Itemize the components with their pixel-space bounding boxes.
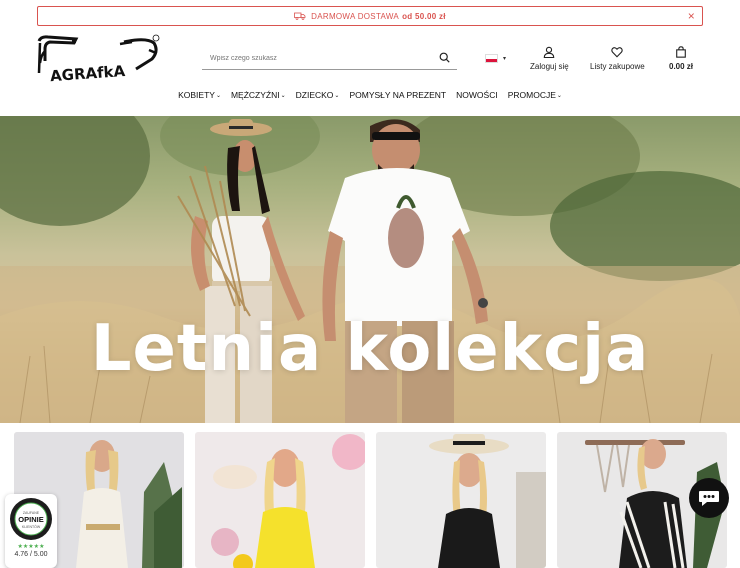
shopping-bag-icon [676, 46, 686, 58]
heart-icon [611, 47, 624, 58]
chevron-down-icon: ⌄ [280, 92, 286, 99]
nav-item-label: MĘŻCZYŹNI [230, 90, 280, 100]
free-shipping-text: DARMOWA DOSTAWA [311, 11, 400, 21]
rating-score: 4.76 / 5.00 [14, 551, 48, 558]
product-carousel [14, 432, 727, 568]
wishlist-button[interactable]: Listy zakupowe [590, 46, 645, 71]
nav-item-dziecko[interactable]: DZIECKO ⌄ [291, 90, 345, 100]
cart-total: 0.00 zł [669, 62, 694, 71]
chat-button[interactable] [689, 478, 729, 518]
pl-flag-icon [485, 54, 498, 63]
nav-item-label: PROMOCJE [507, 90, 556, 100]
nav-item-label: POMYSŁY NA PREZENT [349, 90, 447, 100]
nav-item-label: KOBIETY [178, 90, 215, 100]
login-button[interactable]: Zaloguj się [530, 46, 569, 71]
truck-icon [294, 12, 306, 20]
free-shipping-amount: od 50.00 zł [402, 11, 446, 21]
hero-banner[interactable]: Letnia kolekcja [0, 116, 740, 423]
rating-stars: ★★★★★ [17, 544, 45, 550]
user-icon [544, 46, 555, 58]
product-card[interactable] [195, 432, 365, 568]
chevron-down-icon: ▾ [503, 56, 507, 62]
chevron-down-icon: ⌄ [556, 92, 562, 99]
language-selector[interactable]: ▾ [485, 54, 506, 63]
reviews-seal-icon: ZAUFANE OPINIE KLIENTÓW [10, 498, 52, 540]
main-navigation: KOBIETY ⌄ MĘŻCZYŹNI ⌄ DZIECKO ⌄ POMYSŁY NA … [0, 90, 740, 100]
product-card[interactable] [376, 432, 546, 568]
chevron-down-icon: ⌄ [334, 92, 340, 99]
nav-item-label: DZIECKO [295, 90, 334, 100]
free-shipping-banner: DARMOWA DOSTAWA od 50.00 zł × [37, 6, 703, 26]
badge-line2: OPINIE [18, 515, 43, 524]
cart-button[interactable]: 0.00 zł [669, 46, 693, 71]
svg-text:AGRAfkA: AGRAfkA [49, 62, 126, 85]
chat-bubble-icon [699, 491, 719, 506]
search-input[interactable] [202, 54, 430, 62]
wishlist-label: Listy zakupowe [590, 62, 645, 71]
nav-item-label: NOWOŚCI [456, 90, 498, 100]
search-icon[interactable] [439, 52, 450, 63]
nav-item-promocje[interactable]: PROMOCJE ⌄ [503, 90, 567, 100]
nav-item-mezczyzni[interactable]: MĘŻCZYŹNI ⌄ [226, 90, 291, 100]
nav-item-kobiety[interactable]: KOBIETY ⌄ [173, 90, 226, 100]
badge-line3: KLIENTÓW [22, 524, 41, 529]
woman-yellow-top-photo [195, 432, 365, 568]
login-label: Zaloguj się [530, 62, 569, 71]
chevron-down-icon: ⌄ [215, 92, 221, 99]
trusted-reviews-badge[interactable]: ZAUFANE OPINIE KLIENTÓW ★★★★★ 4.76 / 5.0… [5, 494, 57, 568]
hero-headline: Letnia kolekcja [90, 312, 650, 386]
woman-black-top-hat-photo [376, 432, 546, 568]
nav-item-pomysly-na-prezent[interactable]: POMYSŁY NA PREZENT [344, 90, 451, 100]
search-bar [202, 47, 457, 70]
close-icon[interactable]: × [688, 9, 695, 23]
site-logo[interactable]: AGRAfkA [36, 33, 162, 85]
nav-item-nowosci[interactable]: NOWOŚCI [451, 90, 503, 100]
